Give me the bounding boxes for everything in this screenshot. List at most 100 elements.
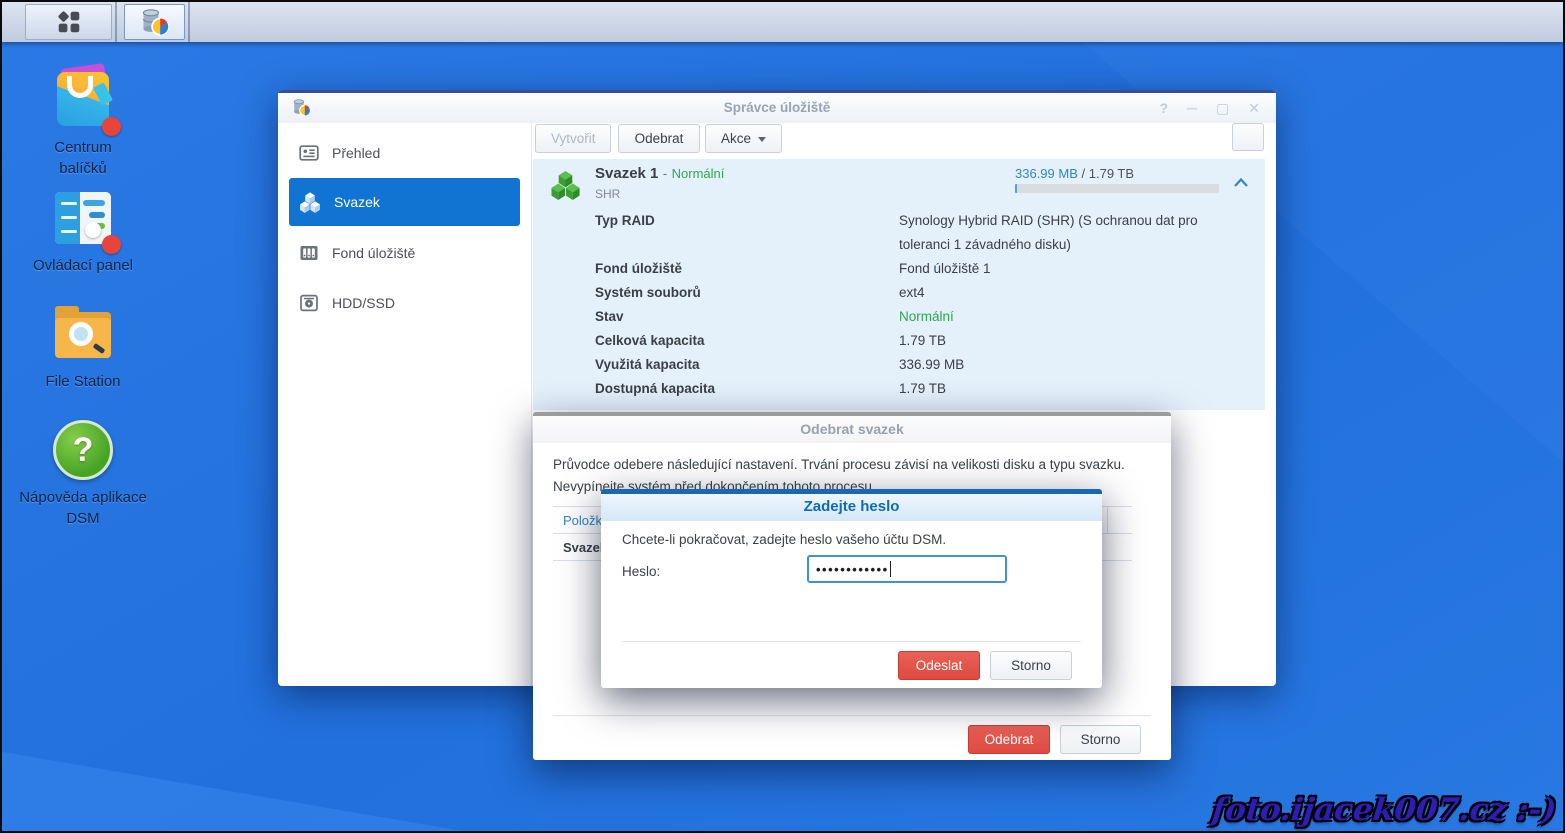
dialog-remove-button[interactable]: Odebrat (968, 725, 1050, 754)
sidebar-item-label: Fond úložiště (332, 245, 415, 261)
capacity-progress-fill (1015, 184, 1017, 193)
check-line (61, 216, 77, 219)
capacity-progress-bar (1015, 184, 1219, 193)
detail-label: Využitá kapacita (595, 353, 899, 377)
password-field-label: Heslo: (622, 564, 660, 579)
sidebar-item-fond-uloziste[interactable]: Fond úložiště (289, 237, 520, 269)
desktop-icon-dsm-help[interactable]: ? Nápověda aplikace DSM (18, 418, 148, 529)
help-icon[interactable]: ? (1160, 101, 1169, 115)
label-line: Ovládací panel (18, 255, 148, 276)
minimize-icon[interactable]: ─ (1187, 101, 1197, 115)
label-line: File Station (18, 371, 148, 392)
control-panel-icon (51, 186, 115, 250)
masked-password-value: •••••••••••• (816, 562, 889, 577)
detail-value-status: Normální (899, 305, 1235, 329)
detail-value: 1.79 TB (899, 377, 1235, 401)
knob (85, 222, 101, 238)
submit-button[interactable]: Odeslat (898, 651, 980, 680)
sidebar: Přehled (278, 123, 532, 686)
password-dialog: Zadejte heslo Chcete-li pokračovat, zade… (601, 489, 1102, 688)
password-input[interactable]: •••••••••••• (807, 555, 1007, 583)
disk-icon (299, 293, 319, 313)
desktop-icon-package-center[interactable]: Centrum balíčků (18, 68, 148, 179)
question-mark-glyph: ? (73, 431, 94, 470)
volume-panel: Svazek 1 - Normální SHR 336.99 MB / 1.79… (533, 159, 1265, 410)
check-line (61, 230, 77, 233)
sidebar-item-label: HDD/SSD (332, 295, 395, 311)
separator: - (663, 166, 667, 181)
caret-down-icon (758, 137, 766, 142)
sort-button[interactable] (1232, 123, 1264, 151)
maximize-icon[interactable]: ▢ (1216, 101, 1229, 115)
taskbar-separator (188, 2, 190, 42)
update-badge (102, 235, 121, 254)
label-line: Centrum (18, 137, 148, 158)
taskbar-separator (115, 2, 117, 42)
slider-bar (83, 200, 105, 206)
label-line: Nápověda aplikace (18, 487, 148, 508)
file-station-icon (51, 302, 115, 366)
volume-details: Typ RAID Synology Hybrid RAID (SHR) (S o… (595, 209, 1235, 401)
detail-label: Dostupná kapacita (595, 377, 899, 401)
total-capacity: 1.79 TB (1089, 166, 1134, 181)
action-dropdown-button[interactable]: Akce (705, 124, 782, 153)
dialog-cancel-button[interactable]: Storno (1060, 725, 1141, 754)
volume-raid-type: SHR (595, 187, 620, 201)
desktop-icon-control-panel[interactable]: Ovládací panel (18, 186, 148, 276)
footer-divider (553, 715, 1151, 716)
storage-pool-icon (299, 243, 319, 263)
collapse-chevron-icon[interactable] (1233, 177, 1249, 188)
desktop-icon-label: Ovládací panel (18, 255, 148, 276)
volume-cubes-icon (550, 168, 581, 201)
modal-cancel-button[interactable]: Storno (990, 651, 1072, 680)
taskbar (2, 2, 1563, 42)
detail-value: ext4 (899, 281, 1235, 305)
detail-label: Typ RAID (595, 209, 899, 257)
desktop-icon-label: Centrum balíčků (18, 137, 148, 179)
separator: / (1082, 166, 1086, 181)
sidebar-item-svazek[interactable]: Svazek (289, 178, 520, 226)
main-menu-button[interactable] (25, 4, 112, 40)
magnifier-icon (69, 322, 93, 346)
volume-cubes-icon (299, 191, 321, 213)
window-controls: ? ─ ▢ ✕ (1160, 93, 1260, 123)
detail-value: Fond úložiště 1 (899, 257, 1235, 281)
detail-value: 336.99 MB (899, 353, 1235, 377)
desktop-screen: Centrum balíčků Ovládací panel (0, 0, 1565, 833)
label-line: balíčků (18, 158, 148, 179)
storage-manager-taskbar-button[interactable] (124, 4, 185, 40)
photo-watermark: foto.ijacek007.cz :-) (1210, 792, 1558, 828)
remove-button[interactable]: Odebrat (618, 124, 700, 153)
sidebar-item-hdd-ssd[interactable]: HDD/SSD (289, 287, 520, 319)
sidebar-item-label: Svazek (334, 194, 380, 210)
volume-title-row: Svazek 1 - Normální (595, 165, 724, 183)
wallpaper-shape (2, 741, 462, 831)
slider-bar (89, 212, 105, 218)
close-icon[interactable]: ✕ (1248, 101, 1260, 115)
volume-status: Normální (672, 166, 725, 181)
detail-value: 1.79 TB (899, 329, 1235, 353)
create-button[interactable]: Vytvořit (535, 124, 611, 153)
password-message: Chcete-li pokračovat, zadejte heslo vaše… (622, 532, 946, 547)
update-badge (102, 117, 121, 136)
sidebar-item-label: Přehled (332, 145, 380, 161)
sidebar-item-prehled[interactable]: Přehled (289, 137, 520, 169)
text-cursor (890, 561, 891, 577)
main-menu-icon (56, 9, 82, 35)
desktop-icon-label: Nápověda aplikace DSM (18, 487, 148, 529)
dialog-title: Odebrat svazek (533, 416, 1171, 443)
window-title: Správce úložiště (278, 93, 1276, 123)
detail-value: Synology Hybrid RAID (SHR) (S ochranou d… (899, 209, 1235, 257)
panel-body (55, 192, 111, 244)
dialog-title: Zadejte heslo (601, 494, 1102, 521)
window-titlebar[interactable]: Správce úložiště ? ─ ▢ ✕ (278, 93, 1276, 123)
capacity-usage: 336.99 MB / 1.79 TB (1015, 166, 1134, 181)
detail-label: Celková kapacita (595, 329, 899, 353)
volume-name: Svazek 1 (595, 165, 658, 182)
used-capacity: 336.99 MB (1015, 166, 1078, 181)
overview-icon (299, 143, 319, 163)
desktop-icon-file-station[interactable]: File Station (18, 302, 148, 392)
label-line: DSM (18, 508, 148, 529)
column-separator (1107, 507, 1108, 534)
desktop-icon-label: File Station (18, 371, 148, 392)
